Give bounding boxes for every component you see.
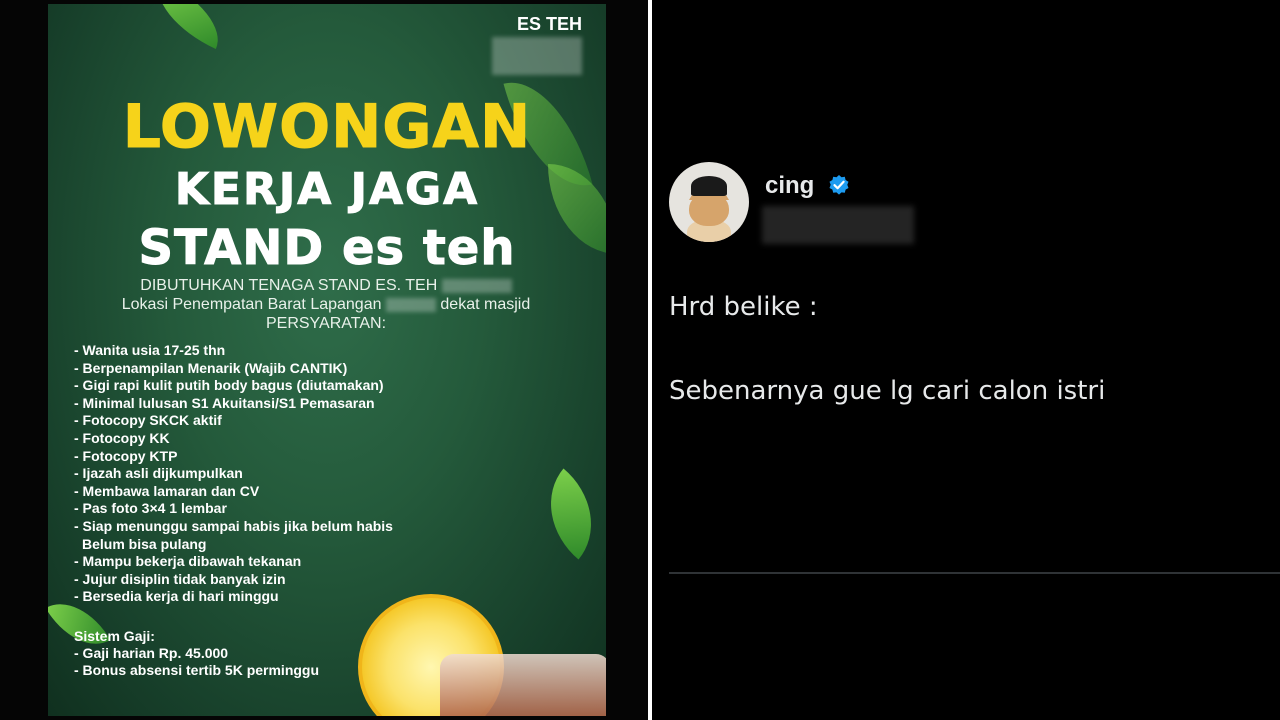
intro-line2a: Lokasi Penempatan Barat Lapangan — [121, 296, 382, 313]
censor-blur — [492, 37, 582, 75]
tweet-panel: cing Hrd belike : Sebenarnya gue lg cari… — [652, 0, 1280, 720]
intro-line1: DIBUTUHKAN TENAGA STAND ES. TEH — [140, 277, 438, 294]
list-item: - Ijazah asli dijkumpulkan — [74, 465, 243, 482]
list-item: Belum bisa pulang — [82, 535, 207, 552]
tweet-text-line2: Sebenarnya gue lg cari calon istri — [669, 376, 1106, 406]
salary-heading: Sistem Gaji: — [74, 628, 155, 644]
list-item: - Gigi rapi kulit putih body bagus (diut… — [74, 377, 384, 394]
tweet-text-line1: Hrd belike : — [669, 292, 818, 322]
tweet-divider — [669, 572, 1280, 574]
list-item: - Jujur disiplin tidak banyak izin — [74, 570, 286, 587]
iced-tea-cup-image — [440, 654, 606, 716]
left-panel: ES TEH LOWONGAN KERJA JAGA STAND es teh … — [0, 0, 648, 720]
censor-blur — [385, 297, 436, 312]
list-item: - Wanita usia 17-25 thn — [74, 342, 226, 358]
list-item: - Membawa lamaran dan CV — [74, 482, 260, 499]
list-item: - Pas foto 3×4 1 lembar — [74, 500, 227, 517]
cat-hat — [691, 176, 727, 196]
list-item: - Berpenampilan Menarik (Wajib CANTIK) — [74, 359, 348, 376]
poster-title-line1: LOWONGAN — [122, 92, 532, 163]
list-item: - Fotocopy SKCK aktif — [74, 412, 222, 429]
requirements-heading: PERSYARATAN: — [265, 315, 387, 332]
verified-badge-icon — [829, 175, 849, 195]
leaf-decoration — [143, 4, 233, 50]
avatar[interactable] — [669, 162, 749, 242]
censor-blur — [441, 278, 512, 293]
brand-text: ES TEH — [516, 14, 582, 34]
list-item: - Minimal lulusan S1 Akuitansi/S1 Pemasa… — [74, 394, 375, 411]
poster-title-line3: STAND es teh — [138, 220, 516, 277]
list-item: - Bonus absensi tertib 5K perminggu — [74, 662, 320, 678]
list-item: - Fotocopy KK — [74, 429, 170, 446]
display-name[interactable]: cing — [765, 172, 814, 200]
requirements-list: - Wanita usia 17-25 thn - Berpenampilan … — [74, 342, 393, 606]
intro-line2b: dekat masjid — [440, 296, 531, 313]
leaf-decoration — [524, 468, 606, 560]
brand-label: ES TEH — [492, 14, 582, 80]
list-item: - Mampu bekerja dibawah tekanan — [74, 553, 302, 570]
list-item: - Fotocopy KTP — [74, 447, 178, 464]
list-item: - Bersedia kerja di hari minggu — [74, 588, 279, 605]
salary-section: Sistem Gaji: - Gaji harian Rp. 45.000 - … — [74, 628, 319, 679]
list-item: - Siap menunggu sampai habis jika belum … — [74, 517, 393, 534]
handle-censor-blur — [762, 206, 914, 244]
poster-title-line2: KERJA JAGA — [174, 164, 480, 216]
job-poster-image: ES TEH LOWONGAN KERJA JAGA STAND es teh … — [48, 4, 606, 716]
cat-head — [689, 192, 729, 226]
list-item: - Gaji harian Rp. 45.000 — [74, 645, 229, 661]
poster-intro: DIBUTUHKAN TENAGA STAND ES. TEH Lokasi P… — [66, 276, 586, 333]
